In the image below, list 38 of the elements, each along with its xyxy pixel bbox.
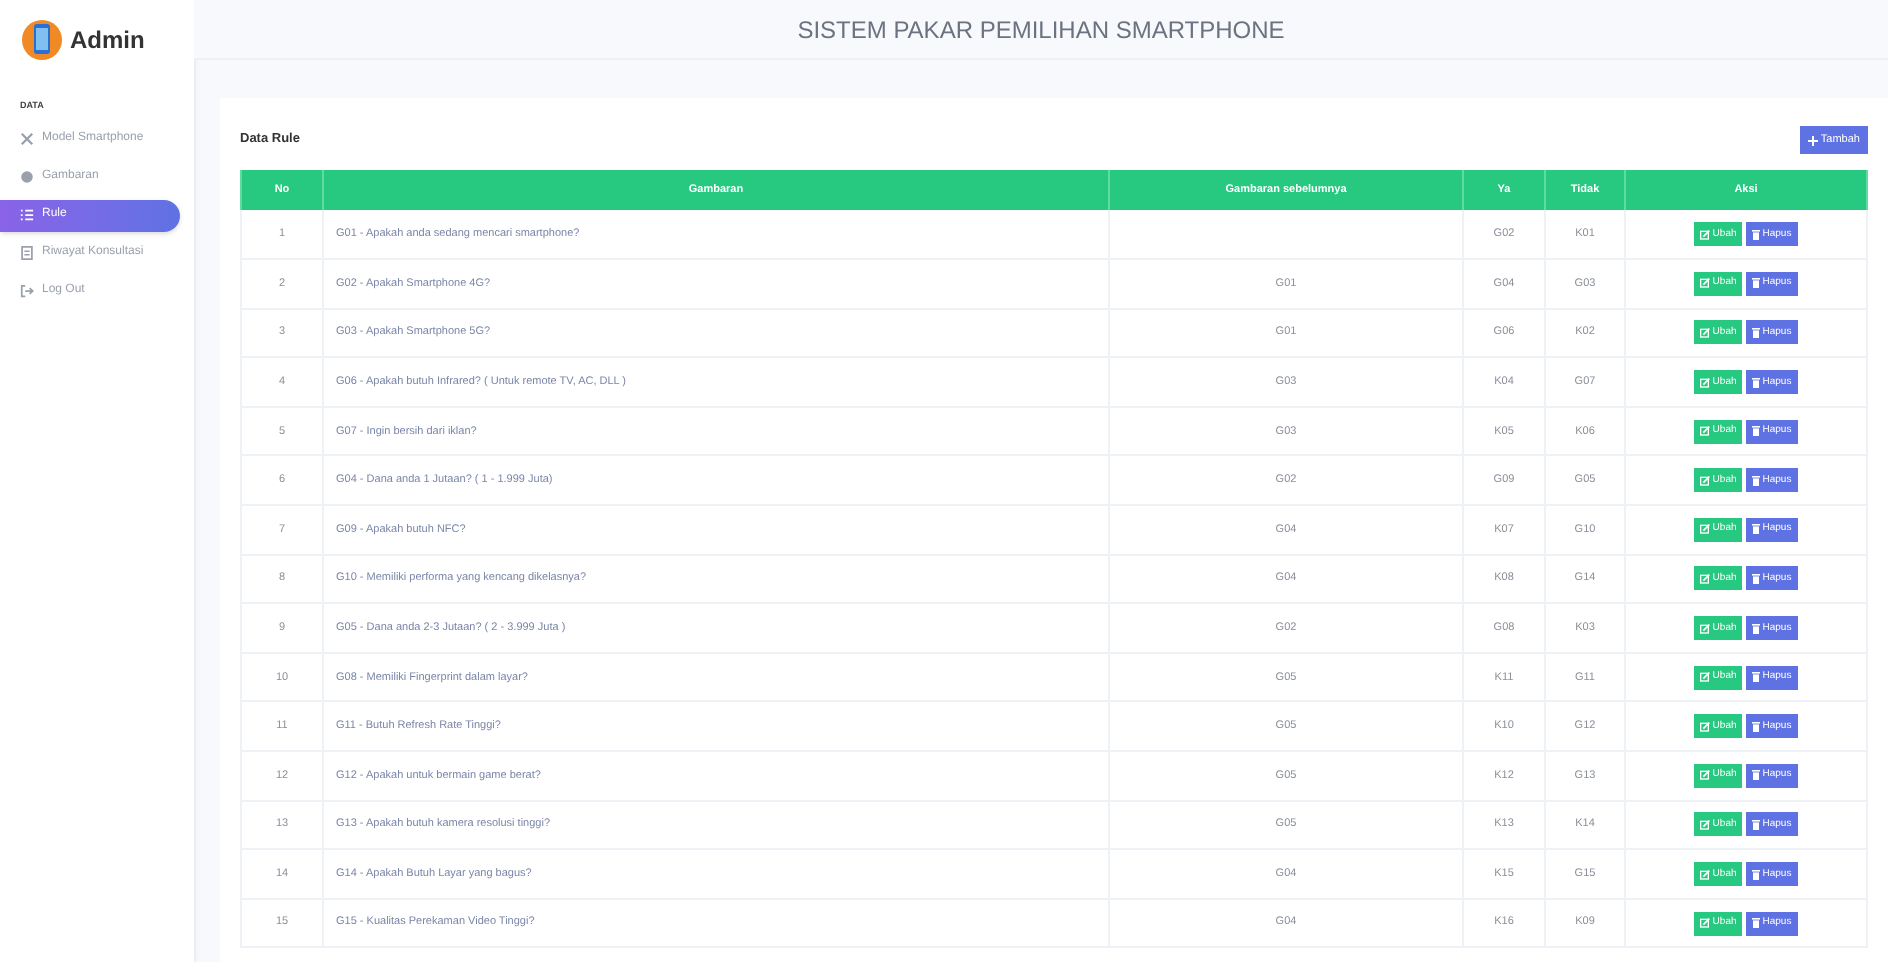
- trash-icon: [1752, 721, 1761, 732]
- trash-icon: [1752, 524, 1761, 535]
- edit-icon: [1700, 721, 1711, 732]
- circle-icon: [20, 170, 34, 185]
- edit-icon: [1700, 327, 1711, 338]
- edit-icon: [1700, 819, 1711, 830]
- trash-icon: [1752, 573, 1761, 584]
- edit-icon: [1700, 623, 1711, 634]
- edit-icon: [1700, 377, 1711, 388]
- page-title: SISTEM PAKAR PEMILIHAN SMARTPHONE: [797, 13, 1285, 47]
- document-icon: [20, 246, 34, 261]
- trash-icon: [1752, 278, 1761, 289]
- edit-icon: [1700, 770, 1711, 781]
- trash-icon: [1752, 918, 1761, 929]
- logout-icon: [20, 284, 34, 299]
- edit-icon: [1700, 475, 1711, 486]
- trash-icon: [1752, 475, 1761, 486]
- phone-logo-icon: [22, 20, 62, 60]
- edit-icon: [1700, 278, 1711, 289]
- brand-title: Admin: [70, 24, 145, 58]
- trash-icon: [1752, 327, 1761, 338]
- trash-icon: [1752, 819, 1761, 830]
- trash-icon: [1752, 229, 1761, 240]
- edit-icon: [1700, 229, 1711, 240]
- trash-icon: [1752, 623, 1761, 634]
- edit-icon: [1700, 524, 1711, 535]
- list-icon: [20, 208, 34, 223]
- trash-icon: [1752, 770, 1761, 781]
- plus-icon: [1808, 135, 1819, 145]
- edit-icon: [1700, 869, 1711, 880]
- edit-icon: [1700, 426, 1711, 437]
- edit-icon: [1700, 573, 1711, 584]
- trash-icon: [1752, 377, 1761, 388]
- edit-icon: [1700, 672, 1711, 683]
- edit-icon: [1700, 918, 1711, 929]
- trash-icon: [1752, 426, 1761, 437]
- trash-icon: [1752, 869, 1761, 880]
- trash-icon: [1752, 672, 1761, 683]
